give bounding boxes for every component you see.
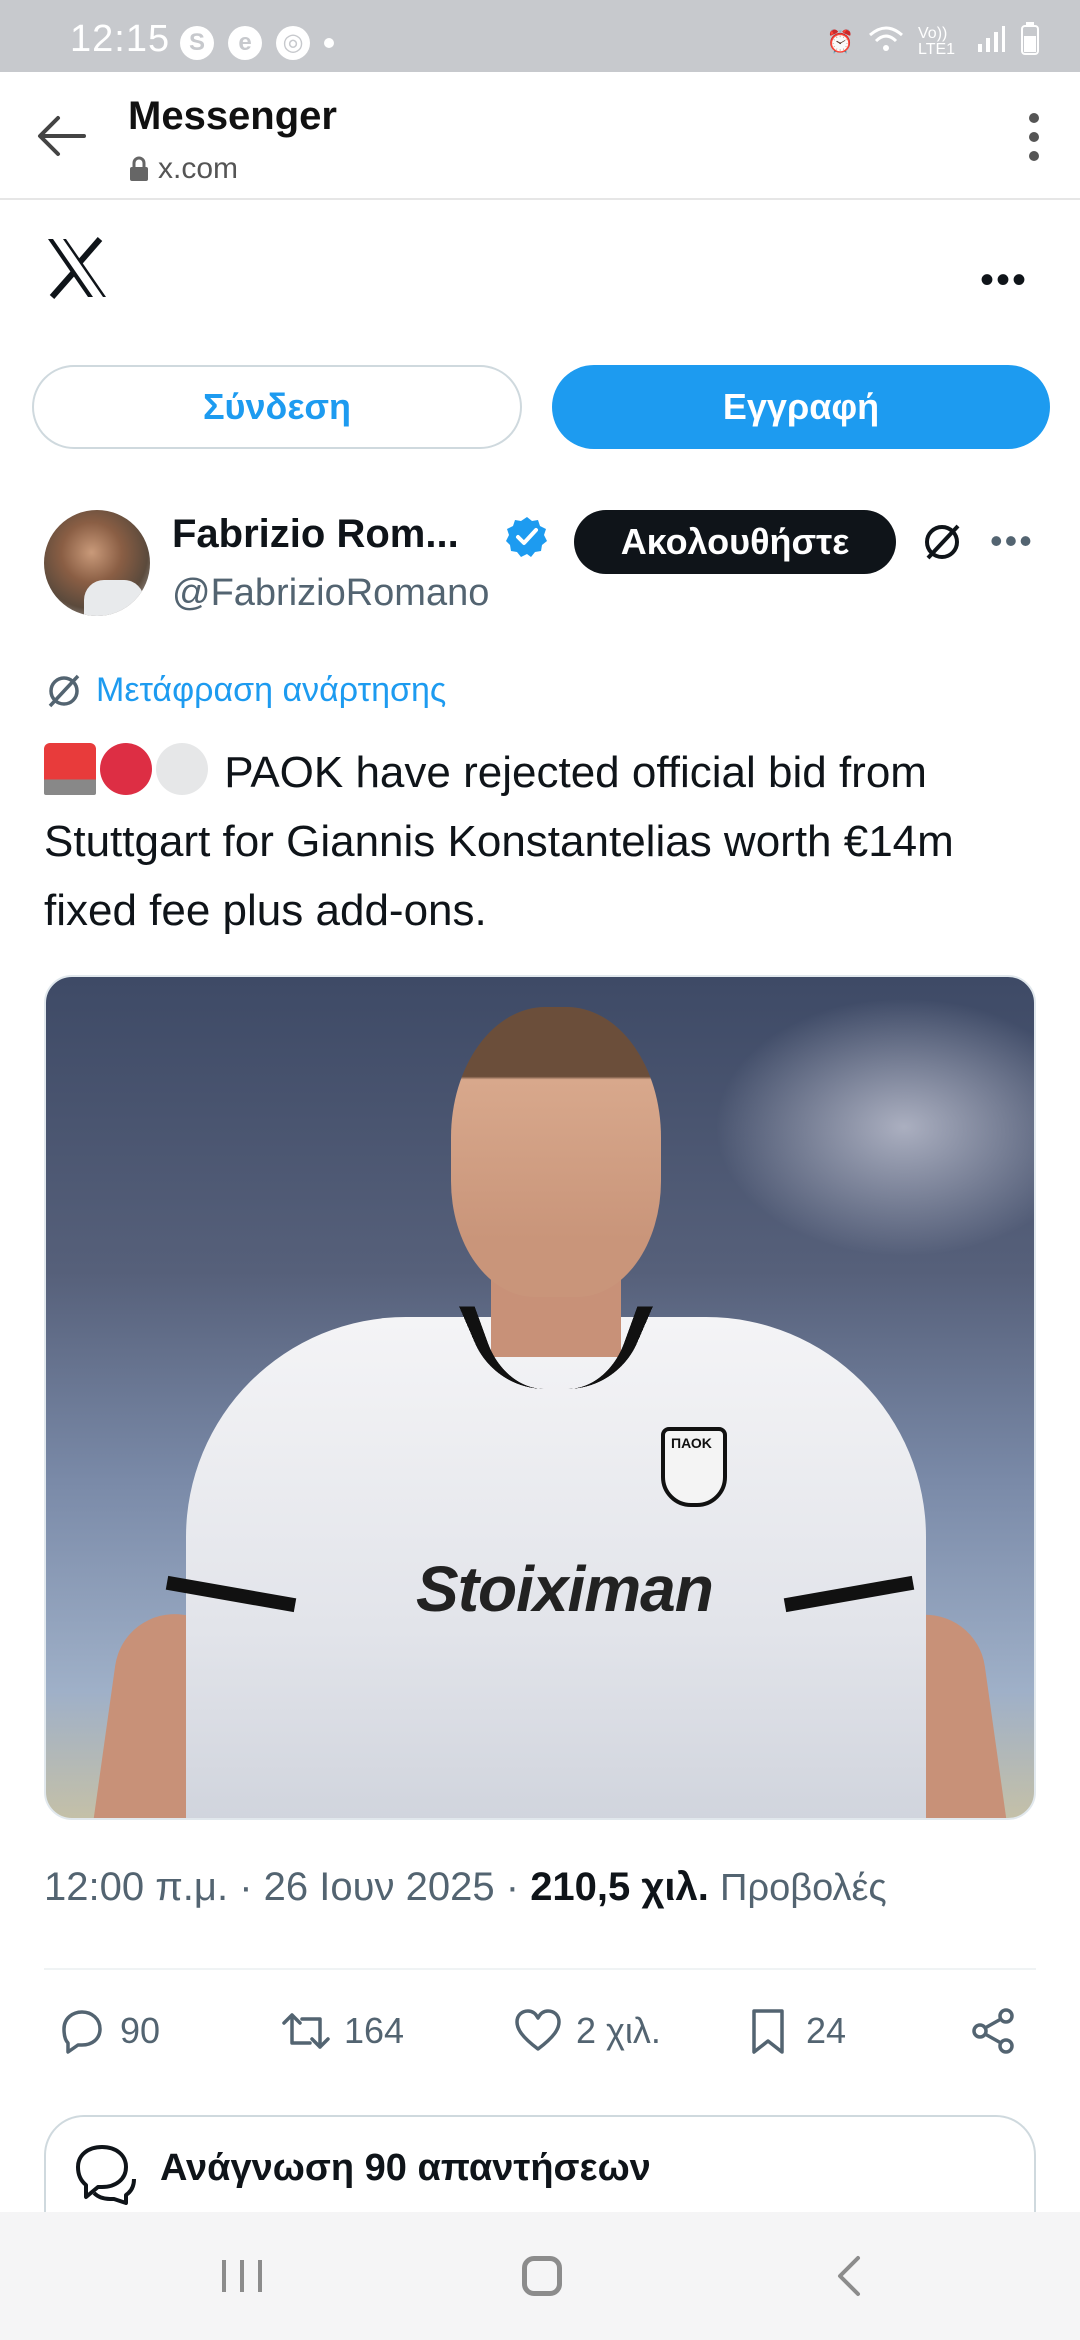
overflow-menu-icon[interactable]: [1028, 112, 1040, 162]
repost-button[interactable]: 164: [280, 2005, 404, 2057]
more-notifications-dot: [324, 38, 334, 48]
alarm-icon: ⏰: [826, 29, 854, 54]
repost-count: 164: [344, 2010, 405, 2051]
post-meta: 12:00 π.μ. · 26 Ιουν 2025 · 210,5 χιλ. Π…: [44, 1865, 887, 1909]
status-time: 12:15: [70, 18, 171, 60]
status-bar: 12:15 S e ◎ ⏰ Vo)) LTE1: [0, 0, 1080, 72]
sponsor-logo: Stoiximan: [416, 1553, 714, 1625]
home-icon[interactable]: [522, 2256, 562, 2296]
bookmark-icon: [752, 2009, 784, 2054]
white-circle-emoji-icon: [156, 743, 208, 795]
post-actions: 90 164 2 χιλ. 24: [0, 2005, 1080, 2065]
reply-button[interactable]: 90: [56, 2005, 160, 2057]
share-button[interactable]: [968, 2005, 1020, 2057]
red-circle-emoji-icon: [100, 743, 152, 795]
browser-app-bar: Messenger x.com: [0, 72, 1080, 200]
heart-icon: [515, 2009, 561, 2051]
x-logo-icon[interactable]: [44, 235, 110, 301]
author-name[interactable]: Fabrizio Rom...: [172, 512, 459, 557]
view-count: 210,5 χιλ.: [530, 1865, 709, 1909]
chrome-icon: ◎: [276, 26, 310, 60]
crest-text: ΠΑΟΚ: [671, 1435, 712, 1451]
wifi-icon: [868, 25, 904, 59]
avatar[interactable]: [44, 510, 150, 616]
browser-url: x.com: [128, 152, 238, 186]
notification-icons: S e ◎: [180, 26, 334, 60]
recent-apps-icon[interactable]: [220, 2258, 264, 2294]
repost-icon: [282, 2013, 330, 2049]
share-icon: [972, 2008, 1014, 2054]
siren-emoji-icon: [44, 743, 96, 795]
signal-icon: [976, 24, 1006, 60]
bookmark-button[interactable]: 24: [742, 2005, 846, 2057]
divider: [44, 1968, 1036, 1970]
system-back-icon[interactable]: [830, 2254, 870, 2298]
author-handle[interactable]: @FabrizioRomano: [172, 572, 489, 615]
back-arrow-icon[interactable]: [32, 106, 92, 166]
player-head: [451, 1007, 661, 1297]
url-text: x.com: [158, 152, 239, 185]
battery-icon: [1020, 22, 1040, 62]
browser-title: Messenger: [128, 94, 337, 138]
follow-button[interactable]: Ακολουθήστε: [574, 510, 896, 574]
post-date: 26 Ιουν 2025: [263, 1865, 495, 1909]
like-count: 2 χιλ.: [576, 2010, 661, 2051]
read-replies-label: Ανάγνωση 90 απαντήσεων: [160, 2147, 651, 2189]
reply-icon: [62, 2010, 102, 2054]
post-time: 12:00 π.μ.: [44, 1865, 229, 1909]
verified-badge-icon: [506, 517, 547, 557]
lte-indicator: Vo)) LTE1: [918, 25, 956, 58]
bookmark-count: 24: [806, 2010, 847, 2051]
login-button[interactable]: Σύνδεση: [32, 365, 522, 449]
translate-icon: [48, 674, 80, 708]
status-right-icons: ⏰ Vo)) LTE1: [827, 22, 1040, 62]
conversation-icon: [76, 2145, 136, 2205]
signup-button[interactable]: Εγγραφή: [552, 365, 1050, 449]
grok-icon[interactable]: [918, 518, 966, 566]
translate-label: Μετάφραση ανάρτησης: [96, 670, 447, 709]
post-more-icon[interactable]: •••: [990, 520, 1034, 562]
post-text: PAOK have rejected official bid from Stu…: [44, 738, 1044, 945]
s-app-icon: S: [180, 26, 214, 60]
e-app-icon: e: [228, 26, 262, 60]
reply-count: 90: [120, 2010, 161, 2051]
system-nav-bar: [0, 2212, 1080, 2340]
post-image[interactable]: ΠΑΟΚ Stoiximan: [44, 975, 1036, 1820]
x-more-icon[interactable]: •••: [980, 258, 1028, 303]
lock-icon: [130, 156, 148, 181]
views-label: Προβολές: [720, 1867, 887, 1909]
translate-post-link[interactable]: Μετάφραση ανάρτησης: [44, 670, 446, 710]
like-button[interactable]: 2 χιλ.: [512, 2005, 661, 2057]
